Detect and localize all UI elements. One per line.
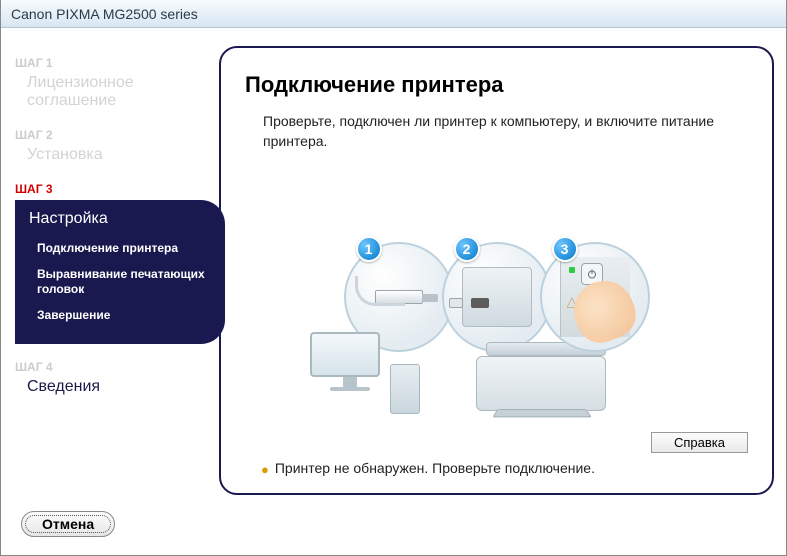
window-title: Canon PIXMA MG2500 series <box>11 6 198 22</box>
step3-accordion: Настройка Подключение принтера Выравнива… <box>15 200 225 344</box>
printer-icon <box>476 342 616 422</box>
instruction-text: Проверьте, подключен ли принтер к компью… <box>263 112 748 151</box>
help-button[interactable]: Справка <box>651 432 748 453</box>
titlebar: Canon PIXMA MG2500 series <box>1 0 786 28</box>
substep-align: Выравнивание печатающих головок <box>29 262 211 303</box>
bubble-1-wrap: 1 <box>350 242 448 352</box>
step1-label: ШАГ 1 <box>15 56 215 70</box>
step3-title: Настройка <box>29 210 211 228</box>
power-led-icon <box>569 267 575 273</box>
badge-1: 1 <box>356 236 382 262</box>
substep-finish: Завершение <box>29 303 211 329</box>
step2-label: ШАГ 2 <box>15 128 215 142</box>
step2-title: Установка <box>15 146 215 164</box>
printer-panel-icon: △ <box>560 257 630 337</box>
page-heading: Подключение принтера <box>245 72 748 98</box>
illustration-area: 1 2 <box>245 163 748 430</box>
step4-label: ШАГ 4 <box>15 360 215 374</box>
finger-press-icon <box>565 272 642 349</box>
step3-label: ШАГ 3 <box>15 182 215 196</box>
usb-cable-icon <box>355 276 405 306</box>
warning-icon: ● <box>261 461 269 479</box>
bubble-3-wrap: 3 △ <box>546 242 644 352</box>
substep-connect: Подключение принтера <box>29 236 211 262</box>
content-panel: Подключение принтера Проверьте, подключе… <box>219 46 774 495</box>
footer: Отмена <box>1 499 786 555</box>
installer-window: Canon PIXMA MG2500 series ШАГ 1 Лицензио… <box>0 0 787 556</box>
badge-2: 2 <box>454 236 480 262</box>
step1-title: Лицензионное соглашение <box>15 74 215 110</box>
printer-back-icon <box>462 267 532 327</box>
cancel-button[interactable]: Отмена <box>21 511 115 537</box>
status-row: ● Принтер не обнаружен. Проверьте подклю… <box>261 459 748 479</box>
sidebar: ШАГ 1 Лицензионное соглашение ШАГ 2 Уста… <box>5 46 219 495</box>
bubble-2-wrap: 2 <box>448 242 546 352</box>
badge-3: 3 <box>552 236 578 262</box>
status-text: Принтер не обнаружен. Проверьте подключе… <box>275 459 595 479</box>
step4-title: Сведения <box>15 378 215 396</box>
window-body: ШАГ 1 Лицензионное соглашение ШАГ 2 Уста… <box>1 28 786 499</box>
pc-tower-icon <box>390 364 420 414</box>
help-row: Справка <box>245 432 748 453</box>
monitor-icon <box>310 332 390 412</box>
